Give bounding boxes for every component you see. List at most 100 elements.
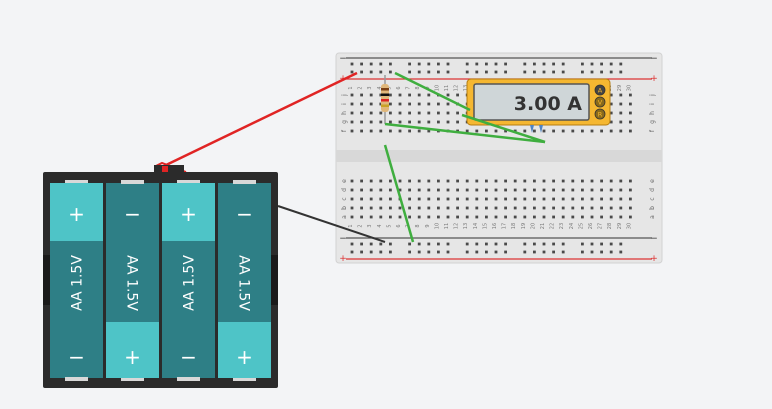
breadboard-hole[interactable] <box>379 197 383 201</box>
breadboard-hole[interactable] <box>408 102 411 106</box>
rail-hole[interactable] <box>360 70 363 74</box>
breadboard-hole[interactable] <box>417 102 421 106</box>
rail-hole[interactable] <box>533 62 536 66</box>
breadboard-hole[interactable] <box>581 129 584 133</box>
rail-hole[interactable] <box>485 250 488 254</box>
battery-cell[interactable]: − + AA 1.5V <box>106 180 159 381</box>
breadboard-hole[interactable] <box>408 179 411 183</box>
breadboard-hole[interactable] <box>408 129 411 133</box>
breadboard-hole[interactable] <box>427 93 431 97</box>
rail-hole[interactable] <box>350 62 354 66</box>
rail-hole[interactable] <box>552 250 555 254</box>
breadboard-hole[interactable] <box>369 188 373 192</box>
breadboard-hole[interactable] <box>389 129 392 133</box>
rail-hole[interactable] <box>581 70 584 74</box>
rail-hole[interactable] <box>542 70 546 74</box>
breadboard-hole[interactable] <box>485 197 488 201</box>
breadboard-hole[interactable] <box>609 129 613 133</box>
breadboard-hole[interactable] <box>552 206 555 210</box>
breadboard-hole[interactable] <box>456 179 459 183</box>
rail-hole[interactable] <box>609 242 613 246</box>
breadboard-hole[interactable] <box>350 120 354 124</box>
breadboard-hole[interactable] <box>629 188 632 192</box>
breadboard-hole[interactable] <box>523 206 527 210</box>
breadboard-hole[interactable] <box>629 120 632 124</box>
rail-hole[interactable] <box>523 250 527 254</box>
breadboard-hole[interactable] <box>417 206 421 210</box>
breadboard-hole[interactable] <box>629 102 632 106</box>
breadboard-hole[interactable] <box>350 188 354 192</box>
breadboard-hole[interactable] <box>398 206 402 210</box>
breadboard-hole[interactable] <box>542 129 546 133</box>
breadboard-hole[interactable] <box>581 206 584 210</box>
breadboard-hole[interactable] <box>437 102 440 106</box>
rail-hole[interactable] <box>369 250 373 254</box>
breadboard-hole[interactable] <box>542 206 546 210</box>
breadboard-hole[interactable] <box>360 93 363 97</box>
breadboard-hole[interactable] <box>389 111 392 115</box>
breadboard-hole[interactable] <box>590 197 594 201</box>
rail-hole[interactable] <box>417 250 421 254</box>
breadboard-hole[interactable] <box>427 188 431 192</box>
rail-hole[interactable] <box>561 250 565 254</box>
rail-hole[interactable] <box>446 70 450 74</box>
rail-hole[interactable] <box>542 242 546 246</box>
rail-hole[interactable] <box>590 62 594 66</box>
rail-hole[interactable] <box>437 242 440 246</box>
breadboard-hole[interactable] <box>379 179 383 183</box>
breadboard-hole[interactable] <box>542 188 546 192</box>
breadboard-hole[interactable] <box>360 179 363 183</box>
breadboard-hole[interactable] <box>485 129 488 133</box>
breadboard-hole[interactable] <box>456 197 459 201</box>
breadboard-hole[interactable] <box>369 111 373 115</box>
breadboard-hole[interactable] <box>456 188 459 192</box>
breadboard-hole[interactable] <box>446 197 450 201</box>
rail-hole[interactable] <box>523 70 527 74</box>
breadboard-hole[interactable] <box>533 197 536 201</box>
breadboard-hole[interactable] <box>619 179 623 183</box>
rail-hole[interactable] <box>360 242 363 246</box>
rail-hole[interactable] <box>581 62 584 66</box>
rail-hole[interactable] <box>475 70 479 74</box>
breadboard-hole[interactable] <box>379 129 383 133</box>
breadboard-hole[interactable] <box>590 206 594 210</box>
breadboard-hole[interactable] <box>398 102 402 106</box>
rail-hole[interactable] <box>465 250 469 254</box>
breadboard-hole[interactable] <box>417 129 421 133</box>
rail-hole[interactable] <box>590 242 594 246</box>
breadboard-hole[interactable] <box>590 179 594 183</box>
rail-hole[interactable] <box>561 242 565 246</box>
rail-hole[interactable] <box>523 242 527 246</box>
breadboard-hole[interactable] <box>465 197 469 201</box>
breadboard-hole[interactable] <box>619 215 623 219</box>
breadboard-hole[interactable] <box>465 215 469 219</box>
rail-hole[interactable] <box>465 62 469 66</box>
rail-hole[interactable] <box>552 62 555 66</box>
breadboard-hole[interactable] <box>533 215 536 219</box>
rail-hole[interactable] <box>350 242 354 246</box>
rail-hole[interactable] <box>427 250 431 254</box>
breadboard-hole[interactable] <box>542 197 546 201</box>
breadboard-hole[interactable] <box>552 179 555 183</box>
rail-hole[interactable] <box>427 62 431 66</box>
breadboard-hole[interactable] <box>475 197 479 201</box>
rail-hole[interactable] <box>350 250 354 254</box>
breadboard-hole[interactable] <box>513 206 517 210</box>
breadboard-hole[interactable] <box>561 197 565 201</box>
breadboard-hole[interactable] <box>561 215 565 219</box>
rail-hole[interactable] <box>417 62 421 66</box>
rail-hole[interactable] <box>494 70 498 74</box>
rail-hole[interactable] <box>417 70 421 74</box>
breadboard-hole[interactable] <box>398 215 402 219</box>
breadboard-hole[interactable] <box>427 215 431 219</box>
rail-hole[interactable] <box>437 70 440 74</box>
breadboard-hole[interactable] <box>619 197 623 201</box>
rail-hole[interactable] <box>360 62 363 66</box>
breadboard-hole[interactable] <box>513 179 517 183</box>
breadboard-hole[interactable] <box>379 188 383 192</box>
rail-hole[interactable] <box>561 62 565 66</box>
breadboard-hole[interactable] <box>398 93 402 97</box>
breadboard-hole[interactable] <box>456 215 459 219</box>
breadboard-hole[interactable] <box>417 197 421 201</box>
breadboard-hole[interactable] <box>427 111 431 115</box>
